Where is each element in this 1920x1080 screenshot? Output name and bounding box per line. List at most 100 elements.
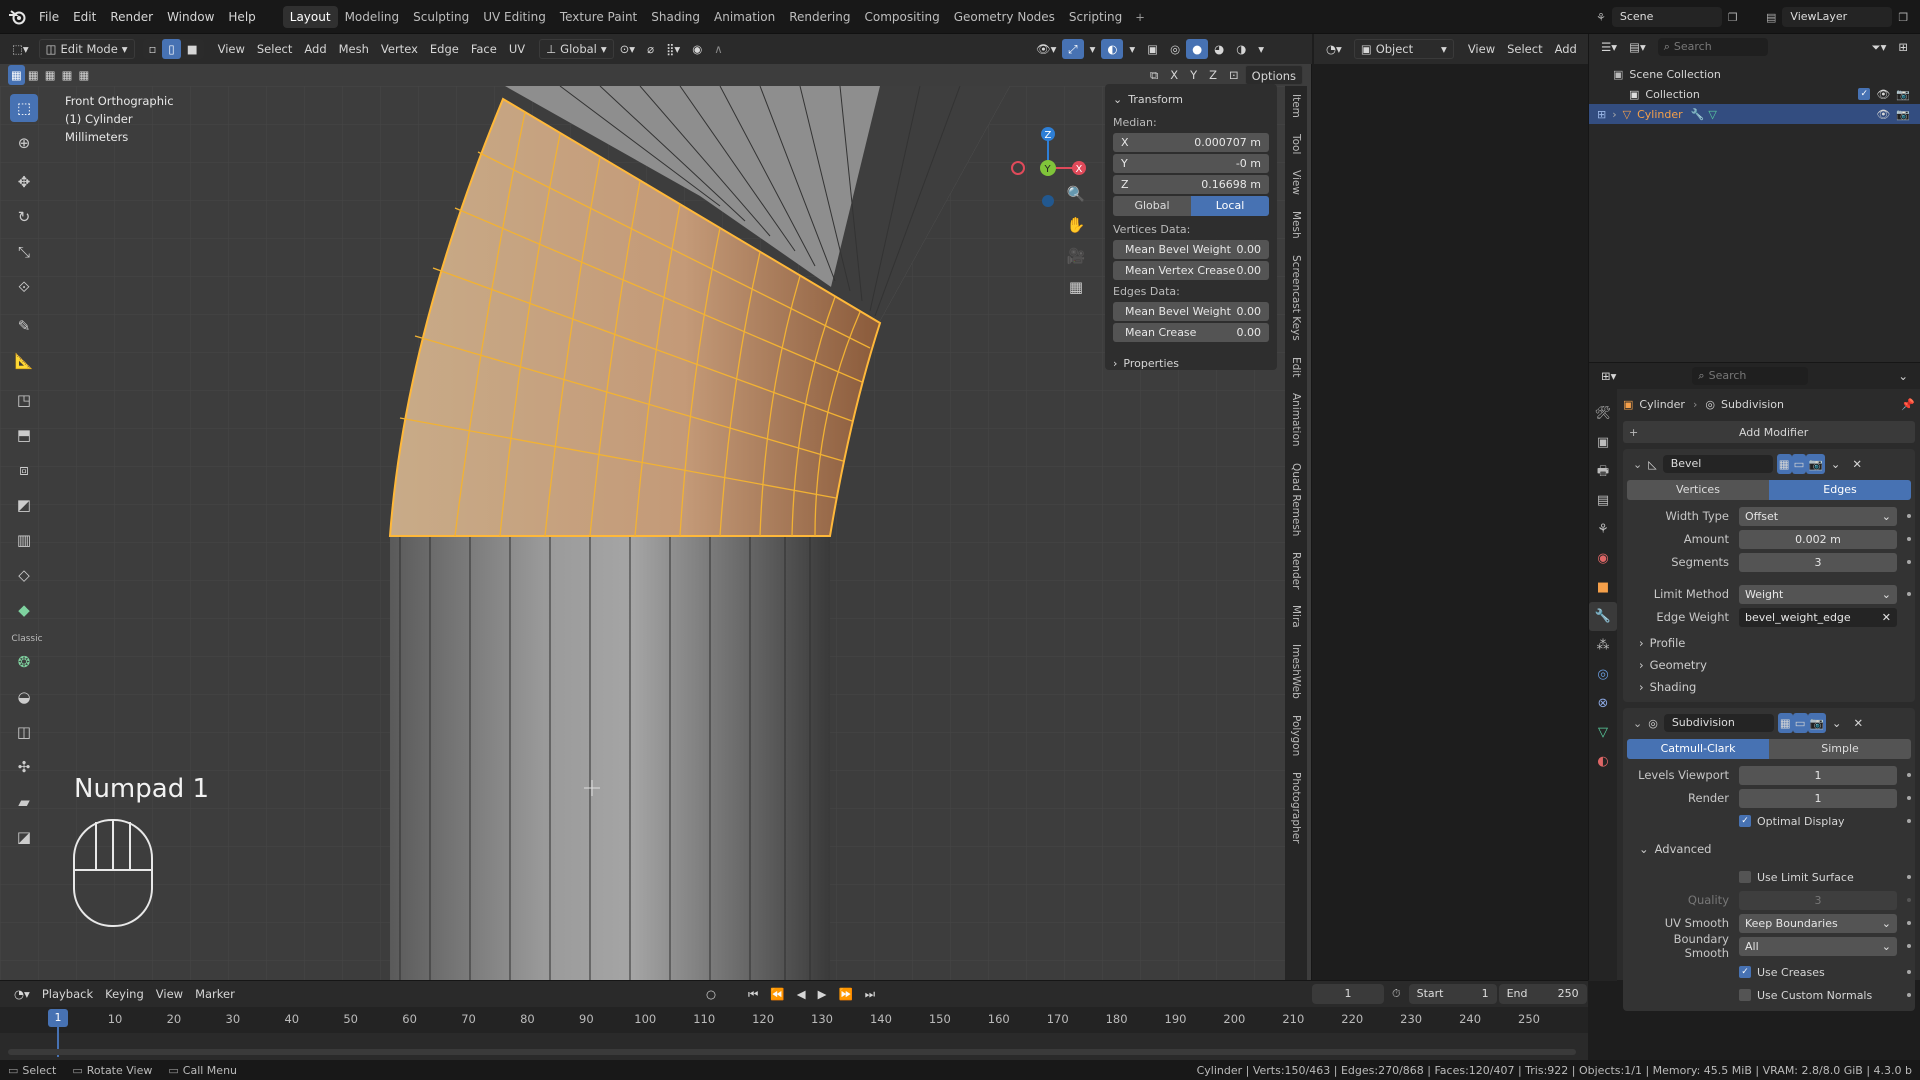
keyframe-dot-icon[interactable] bbox=[1907, 898, 1911, 902]
cylinder-render-icon[interactable]: 📷 bbox=[1896, 108, 1910, 121]
viewport-menu-view[interactable]: View bbox=[212, 39, 251, 59]
tab-shading[interactable]: Shading bbox=[644, 6, 707, 28]
edge-data-field[interactable]: Mean Crease 0.00 bbox=[1113, 323, 1269, 342]
play-icon[interactable]: ▶ bbox=[812, 984, 833, 1004]
timeline-menu-keying[interactable]: Keying bbox=[99, 984, 150, 1004]
use-creases-checkbox[interactable]: ✓ Use Creases bbox=[1739, 966, 1897, 979]
tab-texture-paint[interactable]: Texture Paint bbox=[553, 6, 644, 28]
select-extend-icon[interactable]: ▦ bbox=[25, 65, 42, 85]
next-keyframe-icon[interactable]: ⏩ bbox=[832, 984, 858, 1004]
gizmo-icon[interactable]: ⤢ bbox=[1062, 39, 1084, 59]
loop-cut-icon[interactable]: ▥ bbox=[10, 526, 38, 554]
use-limit-surface-checkbox[interactable]: Use Limit Surface bbox=[1739, 871, 1897, 884]
properties-search[interactable]: ⌕ Search bbox=[1692, 367, 1809, 385]
blender-logo-icon[interactable] bbox=[8, 7, 32, 27]
xray-icon[interactable]: ▣ bbox=[1141, 39, 1164, 59]
keyframe-dot-icon[interactable] bbox=[1907, 537, 1911, 541]
keyframe-dot-icon[interactable] bbox=[1907, 514, 1911, 518]
keyframe-dot-icon[interactable] bbox=[1907, 944, 1911, 948]
data-tab-icon[interactable]: ▽ bbox=[1589, 718, 1617, 747]
tab-animation[interactable]: Animation bbox=[707, 6, 782, 28]
view-layer-selector[interactable]: ▤ ViewLayer ❐ bbox=[1766, 6, 1908, 28]
subdivision-delete-icon[interactable]: ✕ bbox=[1848, 713, 1870, 733]
edge-weight-field[interactable]: bevel_weight_edge ✕ bbox=[1739, 607, 1897, 627]
profile-subpanel[interactable]: › Profile bbox=[1627, 632, 1911, 654]
select-invert-icon[interactable]: ▦ bbox=[59, 65, 76, 85]
render-levels-field[interactable]: 1 bbox=[1739, 788, 1897, 808]
local-button[interactable]: Local bbox=[1191, 196, 1269, 216]
boundary-smooth-dropdown[interactable]: All ⌄ bbox=[1739, 936, 1897, 956]
edge-slide-icon[interactable]: ◫ bbox=[10, 718, 38, 746]
clear-icon[interactable]: ✕ bbox=[1882, 608, 1891, 627]
pivot-point-icon[interactable]: ⊙▾ bbox=[614, 39, 641, 59]
new-view-layer-icon[interactable]: ❐ bbox=[1898, 11, 1908, 24]
subdivision-name-field[interactable]: Subdivision bbox=[1663, 714, 1774, 732]
outliner-header-menu-add[interactable]: Add bbox=[1549, 39, 1583, 59]
jump-start-icon[interactable]: ⏮ bbox=[742, 984, 764, 1004]
pan-hand-icon[interactable]: ✋ bbox=[1062, 211, 1090, 239]
n-panel-tab-render[interactable]: Render bbox=[1286, 544, 1306, 597]
menu-help[interactable]: Help bbox=[221, 6, 262, 28]
properties-editor-type-icon[interactable]: ⊞▾ bbox=[1595, 366, 1622, 386]
bevel-viewport-icon[interactable]: ▭ bbox=[1791, 454, 1807, 474]
knife-icon[interactable]: ◇ bbox=[10, 561, 38, 589]
visibility-icon[interactable]: 👁▾ bbox=[1030, 39, 1062, 59]
measure-icon[interactable]: 📐 bbox=[10, 347, 38, 375]
use-custom-normals-checkbox[interactable]: Use Custom Normals bbox=[1739, 989, 1897, 1002]
spin-icon[interactable]: ❂ bbox=[10, 648, 38, 676]
view-object-types-icon[interactable]: ◔▾ bbox=[1320, 39, 1348, 59]
geometry-subpanel[interactable]: › Geometry bbox=[1627, 654, 1911, 676]
select-new-icon[interactable]: ▦ bbox=[8, 65, 25, 85]
display-mode-icon[interactable]: ☰▾ bbox=[1595, 37, 1623, 57]
tab-modeling[interactable]: Modeling bbox=[338, 6, 407, 28]
tab-sculpting[interactable]: Sculpting bbox=[406, 6, 476, 28]
edit-mode-object-icon[interactable]: ⊞ bbox=[1597, 108, 1606, 121]
menu-edit[interactable]: Edit bbox=[66, 6, 103, 28]
world-tab-icon[interactable]: ◉ bbox=[1589, 544, 1617, 573]
menu-render[interactable]: Render bbox=[103, 6, 160, 28]
subdivision-render-icon[interactable]: 📷 bbox=[1807, 713, 1826, 733]
output-tab-icon[interactable]: 🖶 bbox=[1589, 457, 1617, 486]
optimal-display-checkbox[interactable]: ✓ Optimal Display bbox=[1739, 815, 1897, 828]
n-panel-tab-item[interactable]: Item bbox=[1286, 86, 1306, 126]
shading-subpanel[interactable]: › Shading bbox=[1627, 676, 1911, 698]
n-panel-tab-animation[interactable]: Animation bbox=[1286, 385, 1306, 455]
keyframe-dot-icon[interactable] bbox=[1907, 560, 1911, 564]
segments-field[interactable]: 3 bbox=[1739, 552, 1897, 572]
shading-dropdown-icon[interactable]: ▾ bbox=[1252, 39, 1270, 59]
menu-file[interactable]: File bbox=[32, 6, 66, 28]
tab-scripting[interactable]: Scripting bbox=[1062, 6, 1129, 28]
scene-selector[interactable]: ⚘ Scene ❐ bbox=[1596, 6, 1738, 28]
editor-type-icon[interactable]: ⬚▾ bbox=[6, 39, 35, 59]
camera-icon[interactable]: 🎥 bbox=[1062, 242, 1090, 270]
uv-smooth-dropdown[interactable]: Keep Boundaries ⌄ bbox=[1739, 913, 1897, 933]
bevel-delete-icon[interactable]: ✕ bbox=[1846, 454, 1868, 474]
smooth-icon[interactable]: ◒ bbox=[10, 683, 38, 711]
view-layer-field[interactable]: ViewLayer bbox=[1782, 7, 1893, 27]
vertex-select-icon[interactable]: ▫ bbox=[143, 39, 163, 59]
tab-geometry-nodes[interactable]: Geometry Nodes bbox=[947, 6, 1062, 28]
scale-icon[interactable]: ⤡ bbox=[10, 238, 38, 266]
inset-icon[interactable]: ⧈ bbox=[10, 456, 38, 484]
transform-header[interactable]: ⌄ Transform bbox=[1113, 90, 1269, 108]
properties-header[interactable]: › Properties bbox=[1113, 354, 1269, 372]
cylinder-row[interactable]: ⊞ › ▽ Cylinder 🔧 ▽ 👁 📷 bbox=[1589, 104, 1920, 124]
keyframe-dot-icon[interactable] bbox=[1907, 993, 1911, 997]
options-dropdown[interactable]: Options bbox=[1244, 65, 1304, 85]
play-reverse-icon[interactable]: ◀ bbox=[791, 984, 812, 1004]
properties-options-icon[interactable]: ⌄ bbox=[1892, 366, 1914, 386]
physics-tab-icon[interactable]: ◎ bbox=[1589, 660, 1617, 689]
median-z-field[interactable]: Z 0.16698 m bbox=[1113, 175, 1269, 194]
rendered-shading-icon[interactable]: ◑ bbox=[1230, 39, 1252, 59]
select-subtract-icon[interactable]: ▦ bbox=[42, 65, 59, 85]
mode-dropdown[interactable]: ◫ Edit Mode ▾ bbox=[38, 39, 135, 59]
tab-rendering[interactable]: Rendering bbox=[782, 6, 857, 28]
add-cube-icon[interactable]: ◳ bbox=[10, 386, 38, 414]
cylinder-visibility-icon[interactable]: 👁 bbox=[1876, 108, 1890, 121]
viewport-menu-add[interactable]: Add bbox=[298, 39, 332, 59]
limit-method-dropdown[interactable]: Weight ⌄ bbox=[1739, 584, 1897, 604]
vertex-data-field[interactable]: Mean Vertex Crease 0.00 bbox=[1113, 261, 1269, 280]
classic-tools-icon[interactable]: Classic bbox=[10, 634, 44, 644]
jump-end-icon[interactable]: ⏭ bbox=[859, 984, 881, 1004]
amount-field[interactable]: 0.002 m bbox=[1739, 529, 1897, 549]
